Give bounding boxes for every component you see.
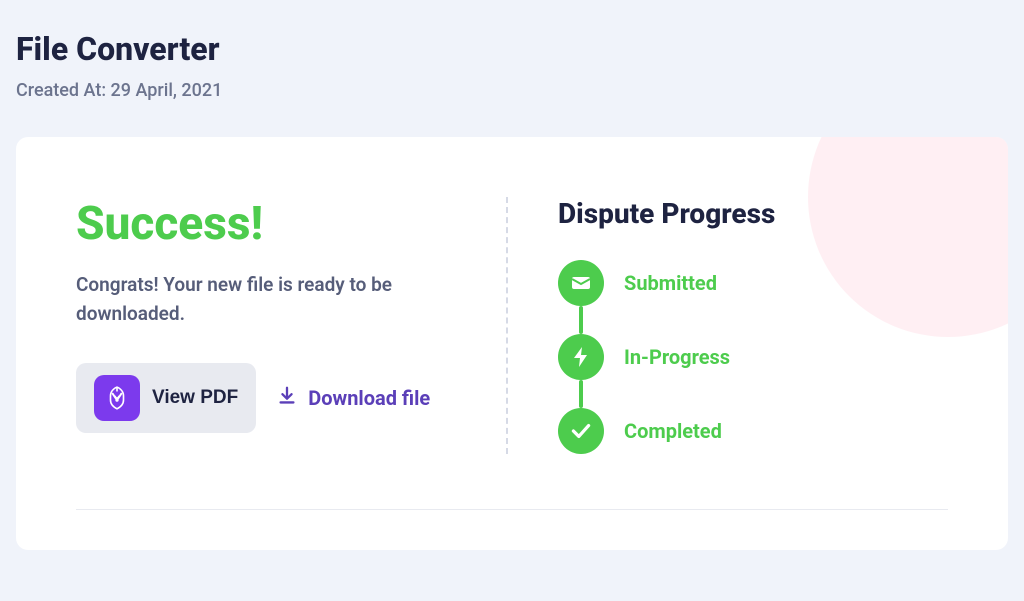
check-icon [558,408,604,454]
main-card: Success! Congrats! Your new file is read… [16,137,1008,550]
page-title: File Converter [16,30,1008,68]
success-title: Success! [76,197,466,251]
step-label: Submitted [624,271,717,295]
step-in-progress: In-Progress [558,334,948,380]
success-panel: Success! Congrats! Your new file is read… [76,197,508,454]
lightning-icon [558,334,604,380]
card-divider [76,509,948,510]
download-file-link[interactable]: Download file [276,385,430,412]
action-buttons: View PDF Download file [76,363,466,433]
page-header: File Converter Created At: 29 April, 202… [0,0,1024,121]
progress-steps: Submitted In-Progress [558,260,948,454]
step-connector [579,380,583,408]
progress-panel: Dispute Progress Submitted [508,197,948,454]
download-label: Download file [308,386,430,410]
pdf-icon [94,375,140,421]
progress-title: Dispute Progress [558,197,948,230]
step-completed: Completed [558,408,948,454]
content-wrapper: Success! Congrats! Your new file is read… [76,197,948,454]
envelope-icon [558,260,604,306]
success-message: Congrats! Your new file is ready to be d… [76,271,466,328]
created-at-text: Created At: 29 April, 2021 [16,80,1008,101]
step-submitted: Submitted [558,260,948,306]
view-pdf-button[interactable]: View PDF [76,363,256,433]
view-pdf-label: View PDF [152,387,238,409]
download-icon [276,385,298,412]
step-connector [579,306,583,334]
step-label: In-Progress [624,345,730,369]
step-label: Completed [624,419,722,443]
